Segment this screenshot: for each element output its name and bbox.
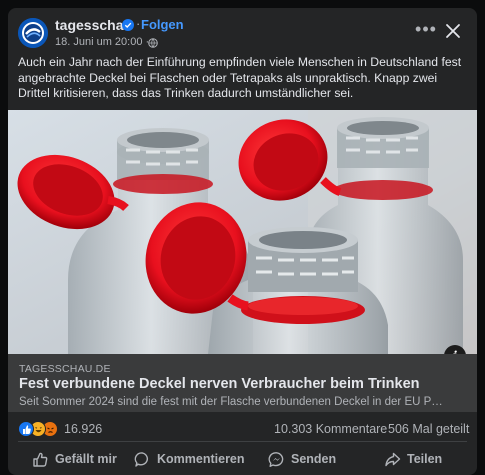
post-header: tagesschau · Folgen 18. Juni um 20:00 · … [8,8,477,58]
link-domain: TAGESSCHAU.DE [19,363,111,375]
post-text: Auch ein Jahr nach der Einführung empfin… [18,55,462,100]
send-button[interactable]: Senden [268,445,336,473]
comment-label: Kommentieren [157,452,245,466]
messenger-icon [268,451,284,467]
share-arrow-icon [385,452,401,466]
like-button[interactable]: Gefällt mir [32,445,117,473]
comment-button[interactable]: Kommentieren [134,445,245,473]
reaction-icons[interactable] [18,421,68,437]
thumbs-up-icon [33,452,48,467]
separator-dot: · [136,16,141,31]
engagement-stats: 16.926 10.303 Kommentare 506 Mal geteilt [8,414,477,442]
link-description: Seit Sommer 2024 sind die fest mit der F… [19,396,443,408]
divider [18,441,467,442]
post-timestamp[interactable]: 18. Juni um 20:00 · [55,36,149,48]
bottles-photo [8,110,477,354]
like-reaction-icon [18,421,34,437]
send-label: Senden [291,452,337,466]
follow-button[interactable]: Folgen [141,17,184,32]
post-card: tagesschau · Folgen 18. Juni um 20:00 · … [8,8,477,475]
verified-badge-icon [122,19,134,31]
close-icon[interactable] [444,22,462,40]
globe-icon [148,38,158,48]
comment-count[interactable]: 10.303 Kommentare [274,422,387,436]
page-avatar[interactable] [18,18,48,48]
speech-bubble-icon [134,451,148,467]
post-image[interactable]: i [8,110,477,354]
share-label: Teilen [407,452,443,466]
reaction-count[interactable]: 16.926 [64,422,102,436]
link-title: Fest verbundene Deckel nerven Verbrauche… [19,376,420,392]
like-label: Gefällt mir [55,452,117,466]
more-options-button[interactable]: ••• [412,20,440,42]
tagesschau-logo-icon [18,18,48,48]
share-count[interactable]: 506 Mal geteilt [388,422,469,436]
post-actions: Gefällt mir Kommentieren Senden Teilen [8,443,477,475]
link-preview[interactable]: TAGESSCHAU.DE Fest verbundene Deckel ner… [8,354,477,412]
share-button[interactable]: Teilen [384,445,442,473]
page-name[interactable]: tagesschau [55,17,132,33]
